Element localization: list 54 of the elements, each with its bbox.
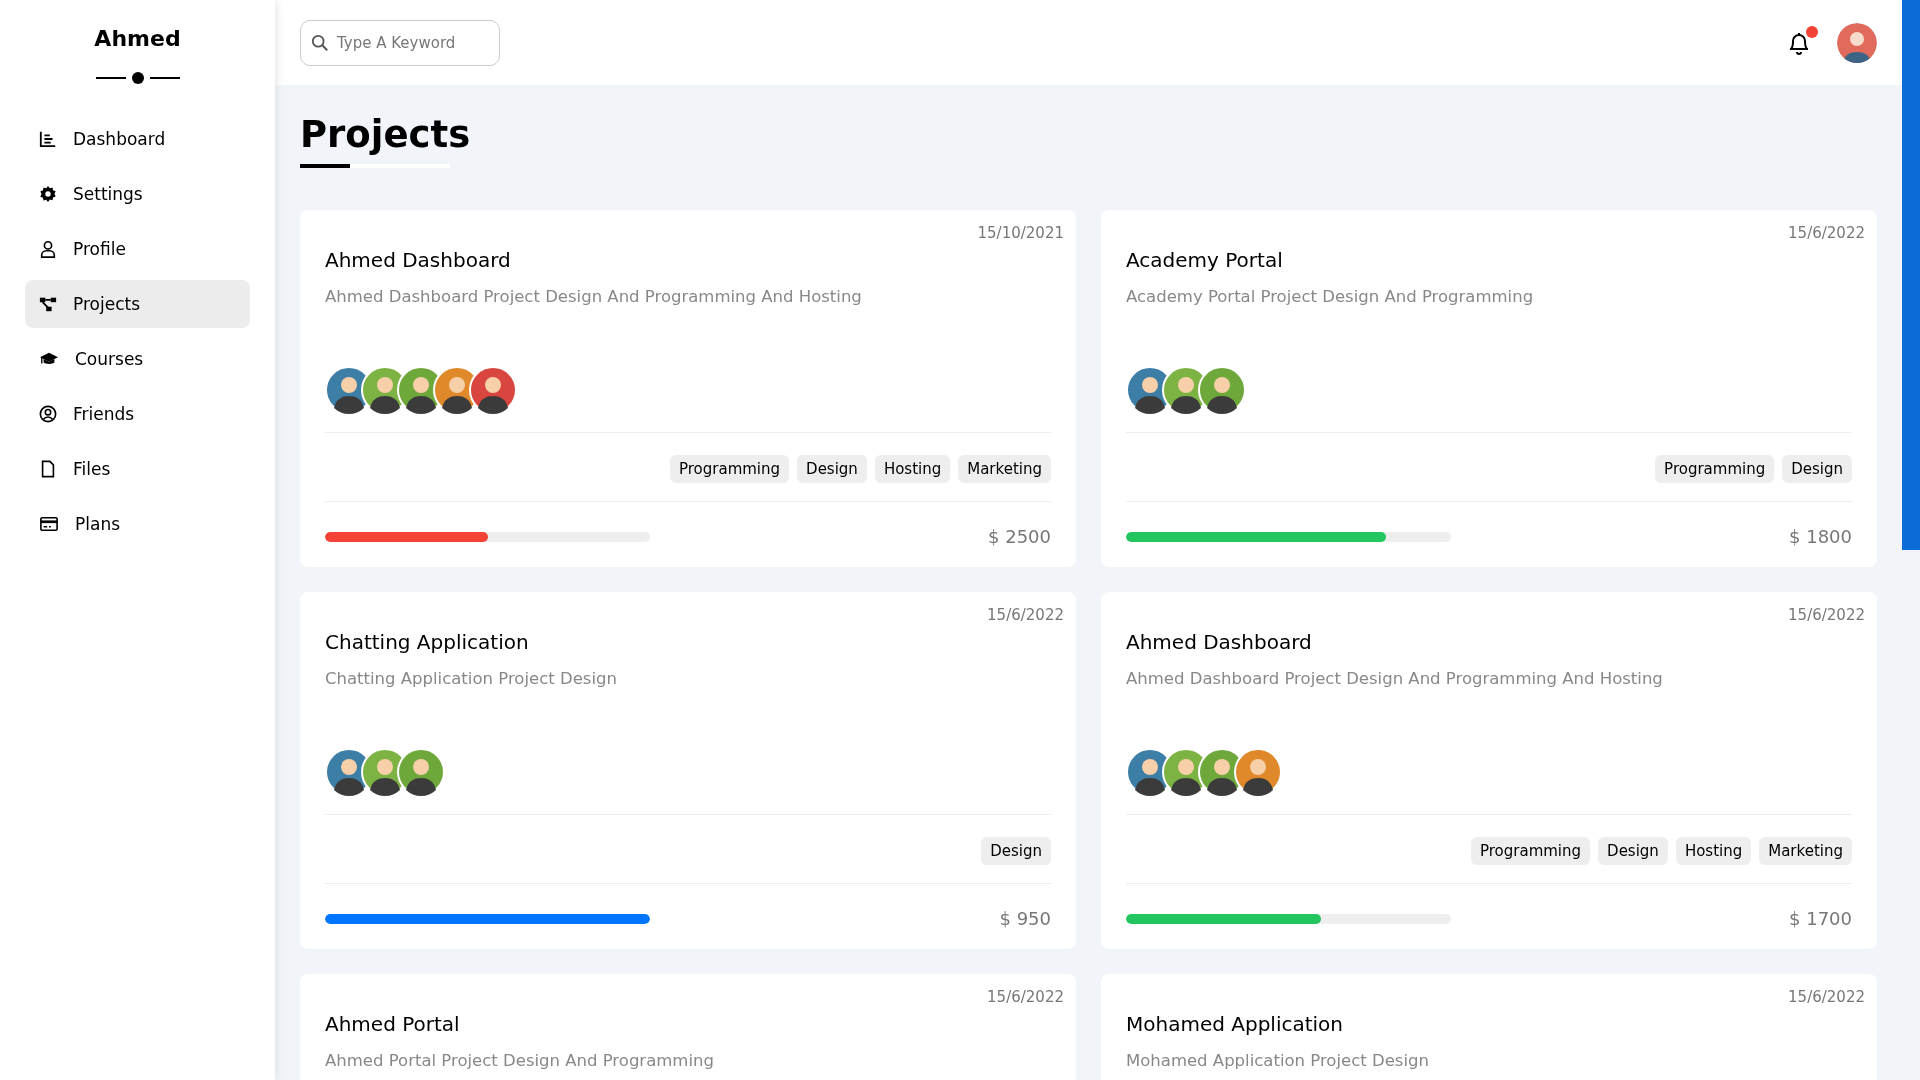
project-description: Mohamed Application Project Design — [1126, 1051, 1430, 1070]
tag: Hosting — [874, 455, 951, 483]
tag: Programming — [1655, 455, 1775, 483]
search-field[interactable]: Type A Keyword — [300, 19, 500, 66]
brand-name: Ahmed — [94, 26, 181, 51]
user-icon — [39, 240, 57, 258]
page-title: Projects — [300, 113, 472, 156]
nav-item[interactable]: Projects — [25, 280, 250, 328]
tag: Design — [981, 837, 1051, 865]
tag: Marketing — [958, 455, 1051, 483]
project-date: 15/6/2022 — [1788, 224, 1865, 242]
project-title: Academy Portal — [1126, 248, 1283, 272]
nav-item[interactable]: Plans — [25, 500, 250, 548]
project-date: 15/6/2022 — [987, 606, 1064, 624]
file-icon — [39, 460, 57, 478]
tag: Marketing — [1759, 837, 1852, 865]
project-date: 15/6/2022 — [987, 988, 1064, 1006]
project-price: $ 1800 — [1789, 526, 1852, 547]
divider-dot-icon — [95, 71, 180, 85]
nav-item[interactable]: Friends — [25, 390, 250, 438]
project-description: Chatting Application Project Design — [325, 669, 618, 688]
settings-icon — [39, 185, 57, 203]
nav-item[interactable]: Courses — [25, 335, 250, 383]
nav-item[interactable]: Profile — [25, 225, 250, 273]
profile-avatar[interactable] — [1837, 22, 1877, 63]
nav-item[interactable]: Settings — [25, 170, 250, 218]
tag: Programming — [669, 455, 790, 483]
project-description: Ahmed Dashboard Project Design And Programming And Hosting — [1126, 669, 1664, 688]
nav-item[interactable]: Dashboard — [25, 115, 250, 163]
tag: Hosting — [1675, 837, 1752, 865]
project-description: Academy Portal Project Design And Programming — [1126, 287, 1535, 306]
diagram-icon — [39, 295, 57, 313]
tag: Design — [1782, 455, 1852, 483]
chart-icon — [39, 130, 57, 148]
scrollbar-thumb[interactable] — [1902, 0, 1920, 550]
project-price: $ 2500 — [988, 526, 1051, 547]
project-title: Mohamed Application — [1126, 1012, 1343, 1036]
credit-card-icon — [39, 515, 59, 533]
project-description: Ahmed Portal Project Design And Programming — [325, 1051, 715, 1070]
tag: Programming — [1470, 837, 1591, 865]
project-date: 15/6/2022 — [1788, 988, 1865, 1006]
project-date: 15/6/2022 — [1788, 606, 1865, 624]
project-title: Ahmed Portal — [325, 1012, 460, 1036]
project-title: Ahmed Dashboard — [1126, 630, 1312, 654]
project-description: Ahmed Dashboard Project Design And Programming And Hosting — [325, 287, 863, 306]
project-price: $ 950 — [999, 908, 1051, 929]
user-circle-icon — [39, 405, 57, 423]
project-date: 15/10/2021 — [977, 224, 1064, 242]
project-title: Ahmed Dashboard — [325, 248, 511, 272]
nav-item[interactable]: Files — [25, 445, 250, 493]
tag: Design — [797, 455, 867, 483]
tag: Design — [1598, 837, 1668, 865]
project-title: Chatting Application — [325, 630, 529, 654]
project-price: $ 1700 — [1789, 908, 1852, 929]
